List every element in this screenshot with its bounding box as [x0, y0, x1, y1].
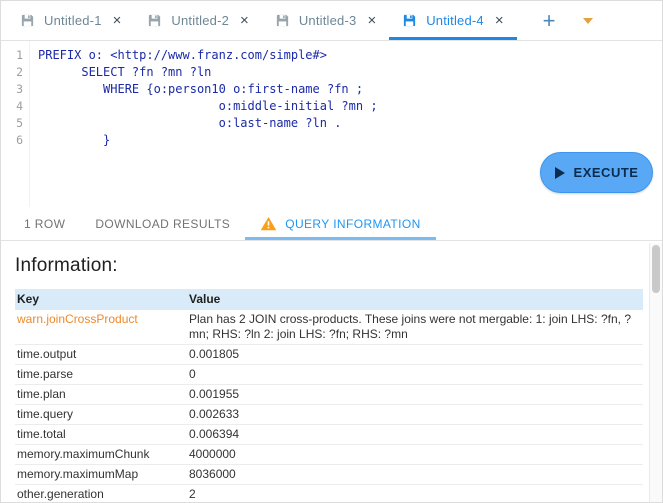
value-cell: 8036000: [187, 465, 643, 485]
line-number: 1: [1, 47, 23, 64]
value-column-header: Value: [187, 289, 643, 310]
play-icon: [555, 167, 565, 179]
key-cell: time.output: [15, 345, 187, 365]
line-number: 4: [1, 98, 23, 115]
table-row: time.output0.001805: [15, 345, 643, 365]
tab-untitled-3[interactable]: Untitled-3 ×: [262, 1, 389, 40]
code-line: o:middle-initial ?mn ;: [38, 98, 662, 115]
code-line: WHERE {o:person10 o:first-name ?fn ;: [38, 81, 662, 98]
table-row: memory.maximumChunk4000000: [15, 445, 643, 465]
tab-untitled-4[interactable]: Untitled-4 ×: [389, 1, 516, 40]
value-cell: 0: [187, 365, 643, 385]
table-row: warn.joinCrossProductPlan has 2 JOIN cro…: [15, 310, 643, 345]
table-header-row: Key Value: [15, 289, 643, 310]
line-number: 3: [1, 81, 23, 98]
row-count-label: 1 ROW: [24, 217, 65, 231]
close-icon[interactable]: ×: [240, 13, 249, 28]
code-line: o:last-name ?ln .: [38, 115, 662, 132]
code-line: PREFIX o: <http://www.franz.com/simple#>: [38, 47, 662, 64]
line-number: 6: [1, 132, 23, 149]
download-results-label: DOWNLOAD RESULTS: [95, 217, 230, 231]
results-tab-bar: 1 ROW DOWNLOAD RESULTS QUERY INFORMATION: [1, 207, 662, 241]
tab-untitled-2[interactable]: Untitled-2 ×: [134, 1, 261, 40]
query-information-content: Information: Key Value warn.joinCrossPro…: [1, 241, 662, 503]
tab-query-information[interactable]: QUERY INFORMATION: [245, 207, 435, 240]
code-line: SELECT ?fn ?mn ?ln: [38, 64, 662, 81]
value-cell: Plan has 2 JOIN cross-products. These jo…: [187, 310, 643, 345]
tab-label: Untitled-1: [44, 13, 102, 28]
table-row: memory.maximumMap8036000: [15, 465, 643, 485]
key-cell: memory.maximumMap: [15, 465, 187, 485]
value-cell: 4000000: [187, 445, 643, 465]
tab-download-results[interactable]: DOWNLOAD RESULTS: [80, 207, 245, 240]
scrollbar-thumb[interactable]: [652, 245, 660, 293]
query-editor: 123456 PREFIX o: <http://www.franz.com/s…: [1, 41, 662, 207]
line-number: 5: [1, 115, 23, 132]
close-icon[interactable]: ×: [367, 13, 376, 28]
code-line: }: [38, 132, 662, 149]
key-cell: memory.maximumChunk: [15, 445, 187, 465]
key-cell: time.parse: [15, 365, 187, 385]
tab-menu-caret-icon[interactable]: [583, 18, 593, 24]
key-column-header: Key: [15, 289, 187, 310]
query-editor-window: Untitled-1×Untitled-2×Untitled-3×Untitle…: [0, 0, 663, 503]
execute-button-label: EXECUTE: [574, 165, 639, 180]
editor-tab-bar: Untitled-1×Untitled-2×Untitled-3×Untitle…: [1, 1, 662, 41]
key-cell: time.query: [15, 405, 187, 425]
query-info-table: Key Value warn.joinCrossProductPlan has …: [15, 289, 643, 503]
key-cell: warn.joinCrossProduct: [15, 310, 187, 345]
key-cell: time.total: [15, 425, 187, 445]
save-icon: [275, 13, 290, 28]
line-number-gutter: 123456: [1, 41, 30, 207]
value-cell: 0.006394: [187, 425, 643, 445]
table-row: time.query0.002633: [15, 405, 643, 425]
warning-icon: [260, 216, 277, 231]
key-cell: time.plan: [15, 385, 187, 405]
table-row: time.parse0: [15, 365, 643, 385]
table-row: time.plan0.001955: [15, 385, 643, 405]
tab-label: Untitled-2: [171, 13, 229, 28]
save-icon: [20, 13, 35, 28]
execute-button[interactable]: EXECUTE: [540, 152, 653, 193]
key-cell: other.generation: [15, 485, 187, 503]
tab-untitled-1[interactable]: Untitled-1 ×: [7, 1, 134, 40]
save-icon: [147, 13, 162, 28]
close-icon[interactable]: ×: [495, 13, 504, 28]
scrollbar[interactable]: [649, 243, 662, 503]
line-number: 2: [1, 64, 23, 81]
value-cell: 2: [187, 485, 643, 503]
new-tab-button[interactable]: +: [543, 10, 556, 32]
table-row: other.generation2: [15, 485, 643, 503]
information-heading: Information:: [15, 255, 642, 277]
save-icon: [402, 13, 417, 28]
value-cell: 0.001955: [187, 385, 643, 405]
query-information-panel: Information: Key Value warn.joinCrossPro…: [1, 241, 662, 503]
value-cell: 0.002633: [187, 405, 643, 425]
tab-row-count[interactable]: 1 ROW: [9, 207, 80, 240]
query-information-label: QUERY INFORMATION: [285, 217, 420, 231]
value-cell: 0.001805: [187, 345, 643, 365]
query-info-table-body: warn.joinCrossProductPlan has 2 JOIN cro…: [15, 310, 643, 503]
table-row: time.total0.006394: [15, 425, 643, 445]
tab-label: Untitled-4: [426, 13, 484, 28]
close-icon[interactable]: ×: [113, 13, 122, 28]
tab-label: Untitled-3: [299, 13, 357, 28]
